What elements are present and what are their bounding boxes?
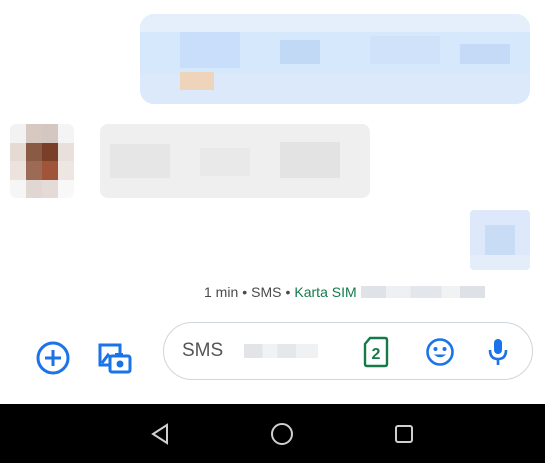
microphone-icon	[488, 339, 508, 365]
separator: •	[285, 284, 291, 300]
emoji-button[interactable]	[422, 334, 458, 370]
sms-text-field[interactable]: SMS 2	[163, 322, 533, 380]
outgoing-message-bubble[interactable]	[470, 210, 530, 270]
sim-select-button[interactable]: 2	[359, 334, 393, 370]
redacted-phone-number	[360, 286, 485, 298]
recents-square-icon	[395, 425, 413, 443]
emoji-icon	[426, 338, 454, 366]
redacted-field-text	[244, 344, 318, 358]
outgoing-message-bubble[interactable]	[140, 14, 530, 104]
voice-input-button[interactable]	[480, 334, 516, 370]
incoming-message-bubble[interactable]	[100, 124, 370, 198]
nav-back-button[interactable]	[140, 414, 180, 454]
add-attachment-button[interactable]	[30, 335, 76, 381]
home-circle-icon	[271, 423, 293, 445]
nav-recents-button[interactable]	[384, 414, 424, 454]
gallery-camera-icon	[98, 343, 132, 374]
nav-home-button[interactable]	[262, 414, 302, 454]
sms-field-label: SMS	[182, 340, 224, 361]
message-time: 1 min	[204, 284, 239, 300]
sim-card-icon: 2	[363, 336, 389, 368]
message-composer: SMS 2	[0, 316, 545, 398]
contact-avatar[interactable]	[10, 124, 74, 198]
separator: •	[242, 284, 248, 300]
message-status-line: 1 min • SMS • Karta SIM	[204, 283, 485, 301]
add-circle-icon	[36, 341, 70, 375]
back-triangle-icon	[151, 423, 168, 445]
sim-label: Karta SIM	[294, 284, 357, 300]
message-channel: SMS	[251, 284, 282, 300]
gallery-button[interactable]	[92, 335, 138, 381]
sim-slot-number: 2	[372, 346, 381, 363]
system-navigation-bar	[0, 404, 545, 463]
